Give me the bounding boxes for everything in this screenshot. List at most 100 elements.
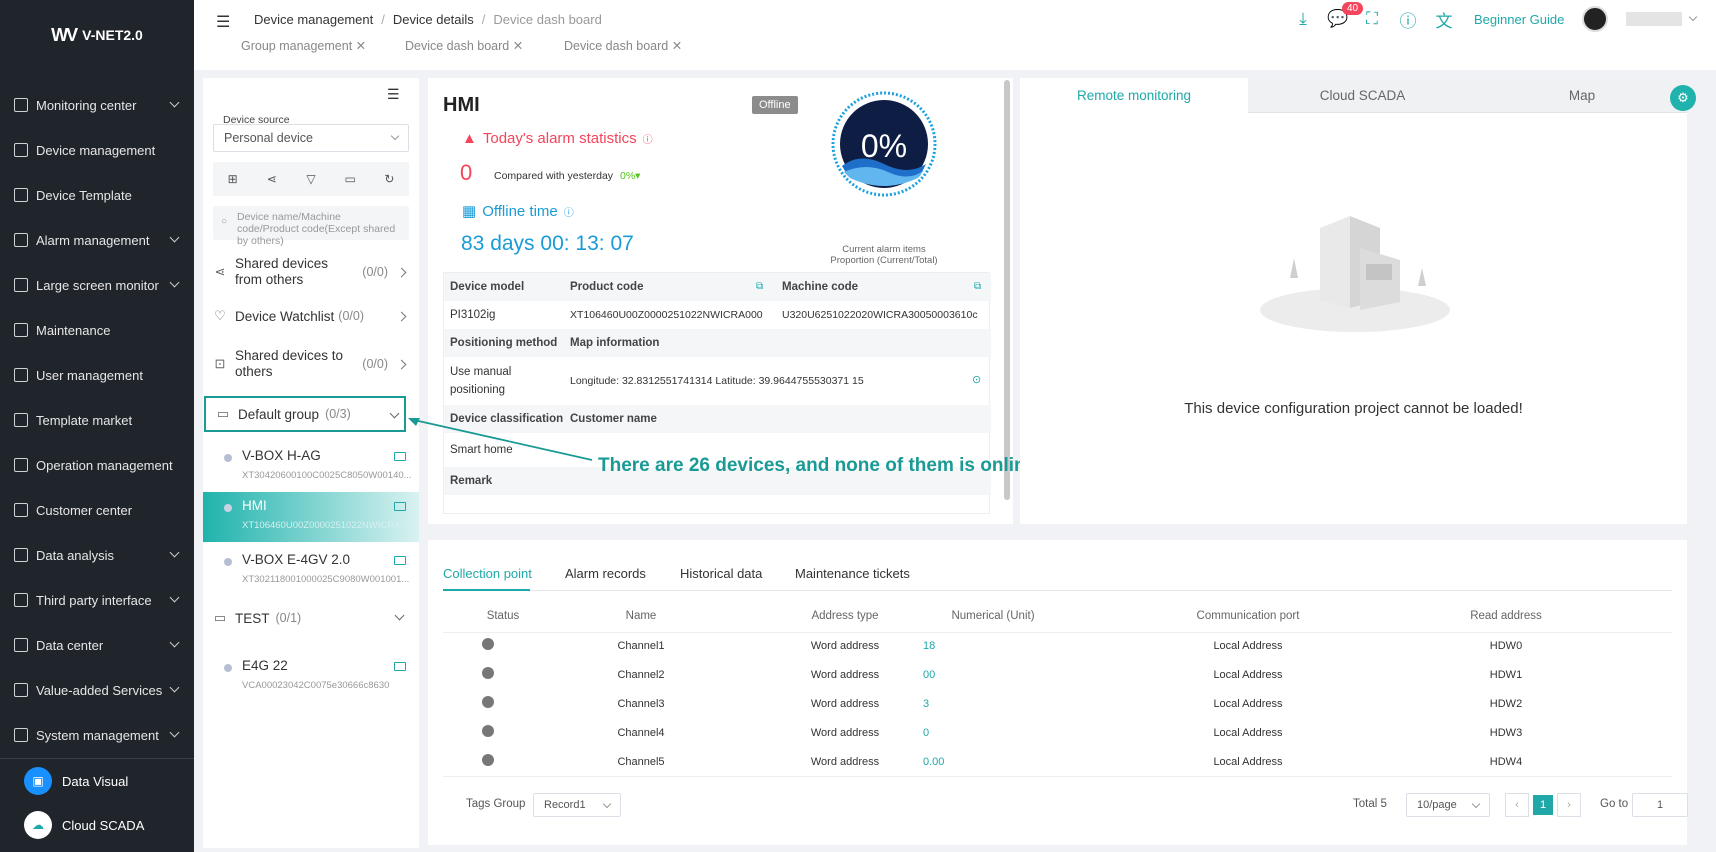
- operation-icon: [14, 458, 28, 472]
- screen-icon[interactable]: [394, 452, 406, 461]
- offline-duration: 83 days 00: 13: 07: [461, 232, 634, 255]
- collapse-panel-icon[interactable]: ☰: [387, 86, 400, 103]
- gift-icon: ⊡: [214, 356, 226, 371]
- device-item-e4g-22[interactable]: E4G 22 VCA00023042C0075e30666c8630: [203, 652, 419, 702]
- brand-logo[interactable]: WV V-NET2.0: [0, 0, 194, 70]
- nav-item-device-management[interactable]: Device management: [0, 130, 194, 170]
- nav-item-user-management[interactable]: User management: [0, 355, 194, 395]
- cloud-icon: ☁: [24, 811, 52, 839]
- avatar[interactable]: [1582, 6, 1608, 32]
- settings-gear-icon[interactable]: ⚙: [1670, 85, 1696, 111]
- nav-item-large-screen-monitor[interactable]: Large screen monitor: [0, 265, 194, 305]
- location-pin-icon[interactable]: ⊙: [972, 373, 981, 386]
- close-icon[interactable]: ✕: [672, 39, 682, 53]
- table-bottom-divider: [443, 776, 1672, 777]
- device-source-select[interactable]: Personal device: [213, 124, 409, 152]
- cloud-scada-link[interactable]: ☁ Cloud SCADA: [24, 811, 144, 839]
- tab-remote-monitoring[interactable]: Remote monitoring: [1020, 78, 1248, 113]
- top-header: ☰ Device management / Device details / D…: [194, 0, 1716, 70]
- device-search-input[interactable]: ○ Device name/Machine code/Product code(…: [213, 206, 409, 247]
- next-page-button[interactable]: ›: [1557, 793, 1581, 817]
- nav-item-data-analysis[interactable]: Data analysis: [0, 535, 194, 575]
- gauge-caption: Current alarm items Proportion (Current/…: [830, 244, 938, 266]
- copy-icon[interactable]: ⧉: [756, 281, 763, 292]
- chevron-down-icon: [394, 610, 405, 621]
- device-item-hmi-selected[interactable]: HMI XT106460U00Z0000251022NWICRA...: [203, 492, 419, 542]
- refresh-icon[interactable]: ↻: [380, 170, 398, 188]
- fullscreen-icon[interactable]: ⛶: [1361, 8, 1383, 30]
- tab-device-dash-board-2[interactable]: Device dash board ✕: [564, 38, 682, 53]
- tab-collection-point[interactable]: Collection point: [443, 566, 532, 581]
- logo-mark-icon: WV: [51, 24, 78, 45]
- username-masked[interactable]: [1626, 12, 1682, 26]
- tab-map[interactable]: Map: [1477, 78, 1687, 113]
- nav-item-device-template[interactable]: Device Template: [0, 175, 194, 215]
- alarm-icon: [14, 233, 28, 247]
- status-dot: [482, 725, 494, 737]
- info-icon[interactable]: ⓘ: [643, 131, 653, 146]
- folder-icon[interactable]: ▭: [341, 170, 359, 188]
- chevron-right-icon: [396, 267, 407, 277]
- nav-item-data-center[interactable]: Data center: [0, 625, 194, 665]
- chevron-down-icon: [1471, 799, 1481, 809]
- nav-item-customer-center[interactable]: Customer center: [0, 490, 194, 530]
- nav-item-third-party-interface[interactable]: Third party interface: [0, 580, 194, 620]
- customer-icon: [14, 503, 28, 517]
- col-status: Status: [486, 610, 520, 622]
- page-size-select[interactable]: 10/page: [1406, 793, 1490, 817]
- tab-cloud-scada[interactable]: Cloud SCADA: [1248, 78, 1477, 113]
- info-scrollbar[interactable]: [1004, 80, 1010, 500]
- chevron-down-icon: [169, 232, 180, 243]
- test-group-row[interactable]: ▭ TEST (0/1): [213, 604, 409, 632]
- user-icon: [14, 368, 28, 382]
- watchlist-row[interactable]: ♡ Device Watchlist (0/0): [213, 304, 409, 328]
- copy-icon[interactable]: ⧉: [974, 281, 981, 292]
- tab-device-dash-board-1[interactable]: Device dash board ✕: [405, 38, 523, 53]
- annotation-text: There are 26 devices, and none of them i…: [598, 455, 1042, 476]
- info-icon[interactable]: ⓘ: [564, 204, 574, 219]
- data-visual-icon: ▣: [24, 767, 52, 795]
- download-icon[interactable]: ⤓: [1292, 8, 1314, 30]
- tab-maintenance-tickets[interactable]: Maintenance tickets: [795, 566, 910, 581]
- nav-item-template-market[interactable]: Template market: [0, 400, 194, 440]
- nav-item-maintenance[interactable]: Maintenance: [0, 310, 194, 350]
- device-name-title: HMI: [443, 94, 480, 116]
- breadcrumb-device-management[interactable]: Device management: [254, 12, 373, 27]
- menu-toggle-icon[interactable]: ☰: [216, 12, 232, 32]
- default-group-row[interactable]: ▭ Default group (0/3): [204, 396, 406, 432]
- tab-group-management[interactable]: Group management ✕: [241, 38, 366, 53]
- nav-item-operation-management[interactable]: Operation management: [0, 445, 194, 485]
- data-visual-link[interactable]: ▣ Data Visual: [24, 767, 128, 795]
- info-icon[interactable]: ⓘ: [1397, 8, 1419, 31]
- nav-item-alarm-management[interactable]: Alarm management: [0, 220, 194, 260]
- page-1-button[interactable]: 1: [1533, 795, 1553, 815]
- breadcrumb: Device management / Device details / Dev…: [254, 12, 602, 27]
- device-item-vbox-e-4gv[interactable]: V-BOX E-4GV 2.0 XT302118001000025C9080W0…: [203, 546, 419, 596]
- nav-bottom-apps: ▣ Data Visual ☁ Cloud SCADA: [0, 758, 194, 852]
- nav-item-monitoring-center[interactable]: Monitoring center: [0, 85, 194, 125]
- share-icon[interactable]: ⋖: [263, 170, 281, 188]
- add-device-icon[interactable]: ⊞: [224, 170, 242, 188]
- screen-icon[interactable]: [394, 556, 406, 565]
- breadcrumb-device-details[interactable]: Device details: [393, 12, 474, 27]
- tab-alarm-records[interactable]: Alarm records: [565, 566, 646, 581]
- calendar-icon: ▦: [462, 203, 477, 220]
- chevron-down-icon[interactable]: [1688, 12, 1698, 22]
- close-icon[interactable]: ✕: [513, 39, 523, 53]
- device-item-vbox-h-ag[interactable]: V-BOX H-AG XT30420600100C0025C8050W00140…: [203, 442, 419, 492]
- tab-historical-data[interactable]: Historical data: [680, 566, 762, 581]
- nav-item-system-management[interactable]: System management: [0, 715, 194, 755]
- nav-item-value-added-services[interactable]: Value-added Services: [0, 670, 194, 710]
- close-icon[interactable]: ✕: [356, 39, 366, 53]
- tags-group-select[interactable]: Record1: [533, 793, 621, 817]
- screen-icon[interactable]: [394, 502, 406, 511]
- filter-icon[interactable]: ▽: [302, 170, 320, 188]
- goto-page-input[interactable]: 1: [1632, 793, 1688, 817]
- translate-icon[interactable]: 文: [1433, 8, 1455, 31]
- project-load-error-message: This device configuration project cannot…: [1184, 400, 1523, 417]
- screen-icon[interactable]: [394, 662, 406, 671]
- shared-to-others-row[interactable]: ⊡ Shared devices to others (0/0): [213, 348, 409, 380]
- beginner-guide-link[interactable]: Beginner Guide: [1474, 12, 1564, 27]
- prev-page-button[interactable]: ‹: [1505, 793, 1529, 817]
- shared-from-others-row[interactable]: ⋖ Shared devices from others (0/0): [213, 256, 409, 288]
